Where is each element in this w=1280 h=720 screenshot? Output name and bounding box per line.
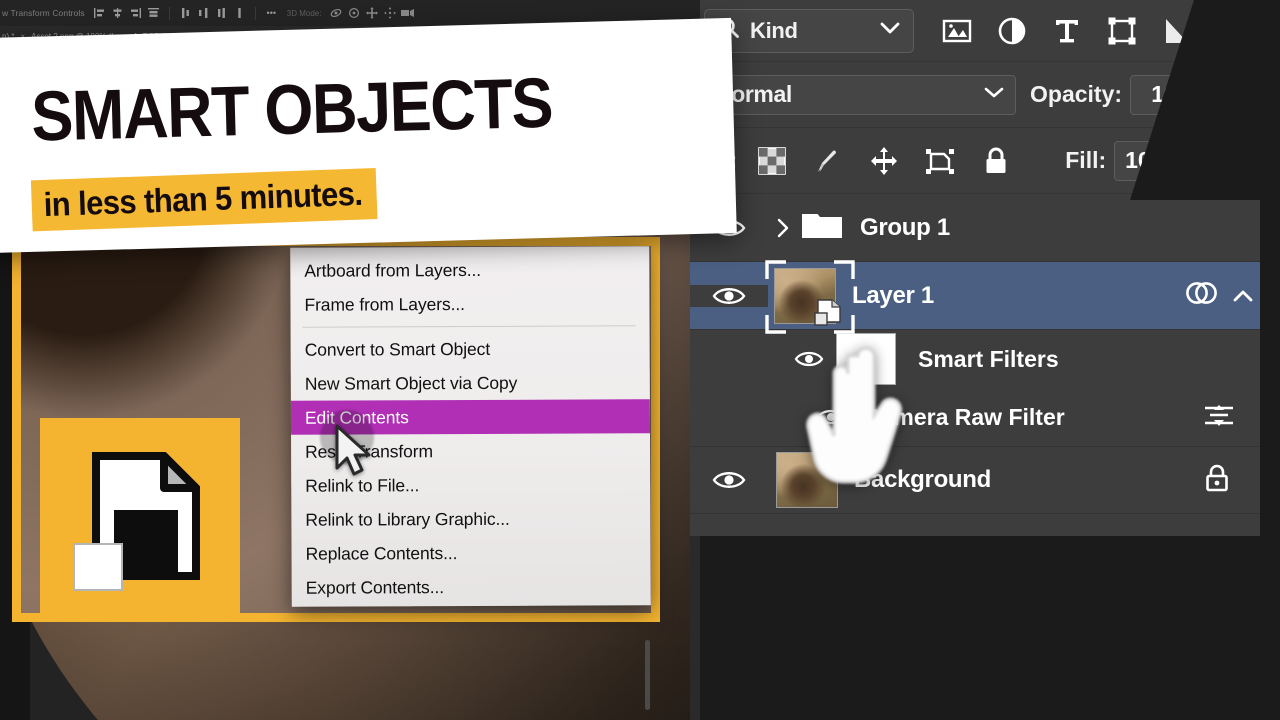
- layer-name-background: Background: [854, 466, 992, 493]
- align-left-icon[interactable]: [92, 6, 107, 20]
- chevron-down-icon[interactable]: [879, 21, 901, 40]
- distribute-spacing-icon[interactable]: [232, 6, 247, 20]
- position-lock-icon[interactable]: [867, 144, 901, 178]
- three-d-mode-icons[interactable]: [328, 6, 415, 20]
- visibility-toggle[interactable]: [690, 284, 768, 307]
- menu-item-relink-to-library-graphic[interactable]: Relink to Library Graphic...: [291, 501, 650, 537]
- distribute-vertical-center-icon[interactable]: [196, 6, 211, 20]
- panel-left-edge: [690, 536, 700, 720]
- visibility-toggle[interactable]: [690, 469, 768, 491]
- shape-filter-icon[interactable]: [1105, 14, 1139, 48]
- align-center-horizontal-icon[interactable]: [110, 6, 125, 20]
- divider: [254, 6, 256, 20]
- fill-label: Fill:: [1065, 147, 1107, 173]
- adjustment-filter-icon[interactable]: [995, 14, 1029, 48]
- page-title: SMART OBJECTS: [30, 63, 554, 157]
- chevron-right-icon[interactable]: [768, 217, 798, 239]
- layer-row-layer-1[interactable]: Layer 1: [690, 259, 1260, 334]
- kind-filter-label: Kind: [750, 17, 798, 43]
- menu-item-artboard-from-layers[interactable]: Artboard from Layers...: [290, 252, 649, 288]
- artboard-lock-icon[interactable]: [923, 144, 957, 178]
- lock-all-icon[interactable]: [979, 144, 1013, 178]
- title-card: SMART OBJECTS in less than 5 minutes.: [0, 17, 737, 254]
- folder-icon: [800, 208, 844, 247]
- layer-thumbnail[interactable]: [765, 259, 855, 334]
- transparency-lock-icon[interactable]: [755, 144, 789, 178]
- smart-object-badge-icon: [814, 298, 841, 326]
- roll-3d-icon[interactable]: [346, 6, 361, 20]
- smart-filter-mask-thumbnail[interactable]: [836, 333, 896, 385]
- layer-row-right-icons[interactable]: [1184, 278, 1226, 313]
- subtitle-highlight: in less than 5 minutes.: [30, 168, 378, 232]
- screenshot-root: ▪ ● ⌄ ⌃ ⌄ ◎ ⌃ ≭ ⌂ ◍ ⌕ ▭ ⌄ ⇪ Libraries Ac…: [0, 0, 1280, 720]
- page-subtitle: in less than 5 minutes.: [43, 174, 363, 224]
- menu-item-export-contents[interactable]: Export Contents...: [292, 569, 651, 605]
- mouse-cursor-icon: [335, 424, 371, 476]
- filter-settings-icon[interactable]: [1202, 402, 1260, 433]
- layer-name-smart-filters: Smart Filters: [918, 345, 1059, 372]
- lock-all-icon[interactable]: [1204, 463, 1260, 498]
- divider: [168, 6, 170, 20]
- more-options-icon[interactable]: •••: [264, 6, 279, 20]
- pixel-filter-icon[interactable]: [940, 14, 974, 48]
- menu-item-frame-from-layers[interactable]: Frame from Layers...: [290, 286, 649, 322]
- smart-object-icon-panel: [40, 418, 240, 613]
- menu-item-convert-to-smart-object[interactable]: Convert to Smart Object: [291, 331, 650, 367]
- layer-row-camera-raw-filter[interactable]: Camera Raw Filter: [690, 388, 1260, 446]
- pan-3d-icon[interactable]: [364, 6, 379, 20]
- layer-row-group-1[interactable]: Group 1: [690, 194, 1260, 262]
- blend-mode-select[interactable]: Normal: [704, 74, 1016, 115]
- canvas-scrollbar[interactable]: [645, 640, 650, 710]
- visibility-toggle[interactable]: [690, 407, 850, 427]
- menu-separator: [302, 325, 636, 328]
- distribute-vertical-top-icon[interactable]: [178, 6, 193, 20]
- opacity-label: Opacity:: [1030, 81, 1123, 107]
- image-lock-icon[interactable]: [811, 144, 845, 178]
- menu-item-new-smart-object-via-copy[interactable]: New Smart Object via Copy: [291, 365, 650, 401]
- lock-toggle-group[interactable]: [755, 144, 1013, 178]
- type-filter-icon[interactable]: [1050, 14, 1084, 48]
- layer-name-layer-1: Layer 1: [852, 281, 934, 309]
- smart-object-document-icon: [73, 452, 200, 591]
- layers-panel-empty-area: [690, 536, 1280, 720]
- smart-filters-icon[interactable]: [1184, 278, 1218, 313]
- layer-name-group-1: Group 1: [860, 213, 950, 241]
- layer-thumbnail[interactable]: [776, 452, 838, 508]
- layer-name-camera-raw-filter: Camera Raw Filter: [864, 403, 1065, 430]
- align-top-icon[interactable]: [146, 6, 161, 20]
- camera-3d-icon[interactable]: [400, 6, 415, 20]
- transform-controls-label: w Transform Controls: [2, 8, 85, 18]
- chevron-down-icon[interactable]: [983, 86, 1005, 104]
- slide-3d-icon[interactable]: [382, 6, 397, 20]
- orbit-3d-icon[interactable]: [328, 6, 343, 20]
- layers-filter-row: Kind: [690, 0, 1260, 62]
- three-d-mode-label: 3D Mode:: [286, 8, 322, 18]
- layer-row-smart-filters[interactable]: Smart Filters: [690, 330, 1260, 388]
- layer-type-filters[interactable]: [940, 14, 1194, 48]
- visibility-toggle[interactable]: [768, 349, 824, 369]
- menu-item-replace-contents[interactable]: Replace Contents...: [291, 535, 650, 571]
- kind-filter-select[interactable]: Kind: [704, 8, 914, 53]
- distribute-vertical-bottom-icon[interactable]: [214, 6, 229, 20]
- align-right-icon[interactable]: [128, 6, 143, 20]
- align-icon-group[interactable]: •••: [92, 6, 279, 20]
- chevron-up-icon[interactable]: [1226, 289, 1260, 303]
- layer-row-background[interactable]: Background: [690, 446, 1260, 514]
